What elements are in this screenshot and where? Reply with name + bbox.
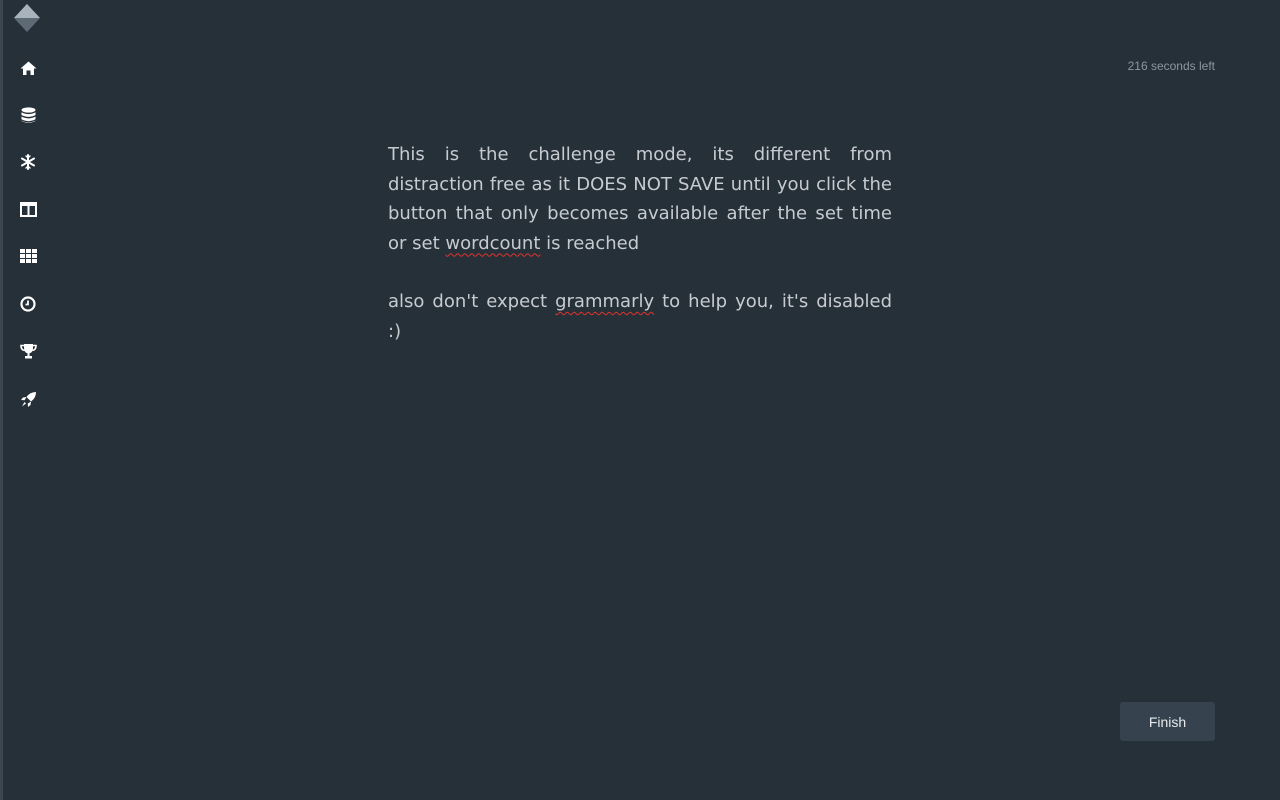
sidebar-item-database[interactable] bbox=[15, 102, 41, 128]
editor-paragraph: This is the challenge mode, its differen… bbox=[388, 144, 892, 254]
diamond-logo[interactable] bbox=[13, 3, 41, 33]
finish-button[interactable]: Finish bbox=[1120, 702, 1215, 741]
trophy-icon bbox=[19, 343, 37, 359]
editor-paragraph: also don't expect grammarly to help you,… bbox=[388, 291, 892, 342]
spelling-error-word[interactable]: wordcount bbox=[445, 233, 540, 254]
sidebar-item-trophy[interactable] bbox=[15, 338, 41, 364]
sidebar-item-home[interactable] bbox=[15, 55, 41, 81]
database-icon bbox=[21, 106, 36, 124]
rocket-icon bbox=[20, 391, 37, 408]
clock-icon bbox=[20, 296, 36, 312]
columns-icon bbox=[19, 201, 37, 217]
sidebar-item-rocket[interactable] bbox=[15, 386, 41, 412]
sidebar-item-grid[interactable] bbox=[15, 243, 41, 269]
grid-icon bbox=[19, 249, 37, 263]
sidebar-item-clock[interactable] bbox=[15, 291, 41, 317]
home-icon bbox=[20, 61, 37, 76]
sidebar-item-columns[interactable] bbox=[15, 196, 41, 222]
sidebar bbox=[3, 0, 53, 800]
snowflake-icon bbox=[20, 154, 36, 170]
app-window: 216 seconds left This is the challenge m… bbox=[0, 0, 1280, 800]
spelling-error-word[interactable]: grammarly bbox=[555, 291, 654, 312]
challenge-editor[interactable]: This is the challenge mode, its differen… bbox=[388, 140, 892, 346]
countdown-timer: 216 seconds left bbox=[1127, 59, 1215, 73]
sidebar-item-snowflake[interactable] bbox=[15, 149, 41, 175]
